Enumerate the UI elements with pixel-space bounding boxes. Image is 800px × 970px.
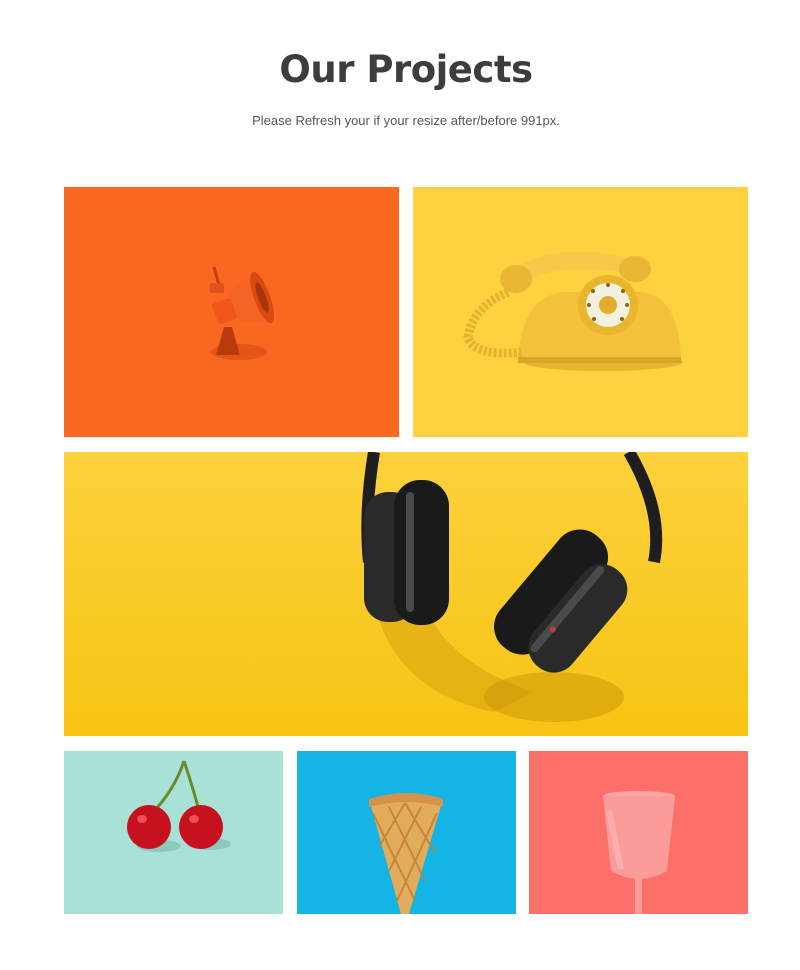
section-subtitle: Please Refresh your if your resize after… xyxy=(252,113,560,128)
waffle-cone-image xyxy=(297,751,516,914)
cherries-image xyxy=(64,751,283,914)
headphones-image xyxy=(64,452,748,736)
project-tile-telephone[interactable] xyxy=(413,187,748,437)
megaphone-image xyxy=(64,187,399,437)
project-tile-cherries[interactable] xyxy=(64,751,283,914)
project-tile-headphones[interactable] xyxy=(64,452,748,736)
telephone-image xyxy=(413,187,748,437)
pink-cup-image xyxy=(529,751,748,914)
project-tile-megaphone[interactable] xyxy=(64,187,399,437)
section-title: Our Projects xyxy=(279,48,533,91)
project-tile-pink-cup[interactable] xyxy=(529,751,748,914)
project-tile-waffle-cone[interactable] xyxy=(297,751,516,914)
